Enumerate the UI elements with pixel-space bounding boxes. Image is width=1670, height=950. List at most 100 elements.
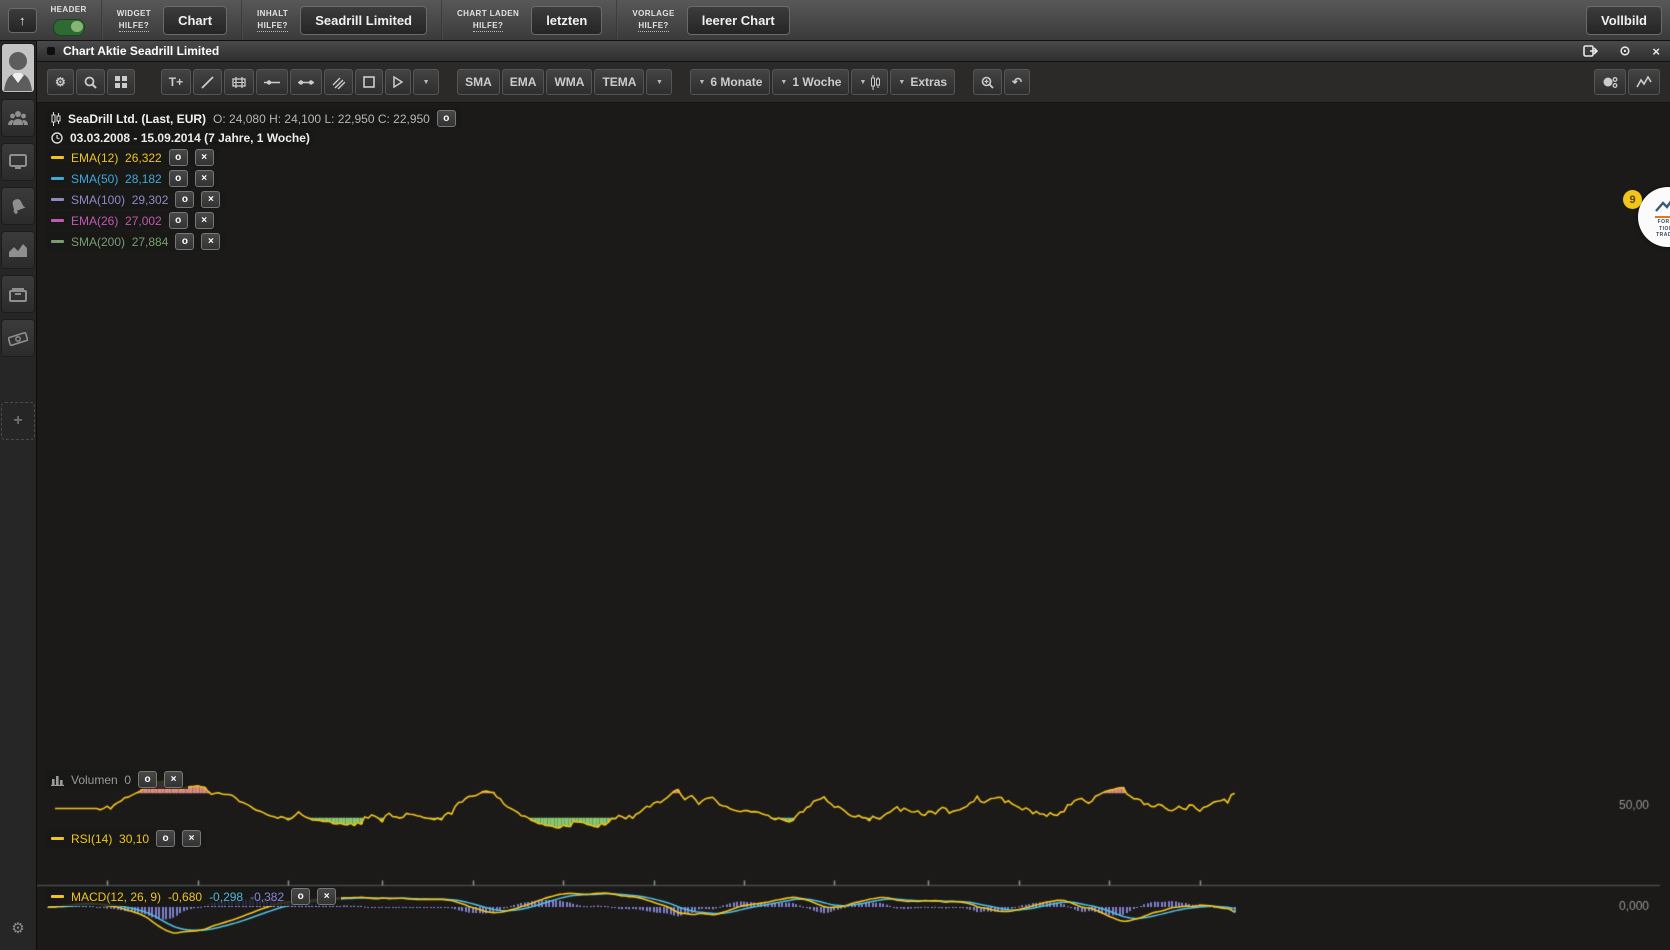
- visibility-toggle-button[interactable]: o: [291, 888, 310, 905]
- zoom-in-button[interactable]: [973, 69, 1002, 95]
- settings-gear-icon[interactable]: ⚙: [2, 910, 34, 946]
- leerer-chart-button[interactable]: leerer Chart: [687, 6, 790, 35]
- chart-widget-button[interactable]: Chart: [163, 6, 227, 35]
- divider: [441, 0, 443, 40]
- series-color-dash: [51, 156, 64, 159]
- widget-help-link[interactable]: WIDGETHILFE?: [117, 8, 151, 32]
- macd-legend: MACD(12, 26, 9) -0,680 -0,298 -0,382 o ×: [46, 887, 341, 906]
- overlay-legend-row: EMA(26) 27,002 o ×: [46, 211, 219, 230]
- indicator-dropdown[interactable]: ▼: [646, 69, 672, 95]
- wma-button[interactable]: WMA: [546, 69, 592, 95]
- visibility-toggle-button[interactable]: o: [169, 149, 188, 166]
- visibility-toggle-button[interactable]: o: [169, 170, 188, 187]
- collapse-header-button[interactable]: ↑: [8, 8, 37, 33]
- arrow-tool-button[interactable]: [385, 69, 411, 95]
- visibility-toggle-button[interactable]: o: [156, 830, 175, 847]
- compare-bubbles-button[interactable]: [1594, 69, 1626, 95]
- symbol-button[interactable]: Seadrill Limited: [300, 6, 427, 35]
- series-color-dash: [51, 177, 64, 180]
- target-icon[interactable]: ⊙: [1620, 43, 1631, 59]
- text-tool-button[interactable]: T+: [161, 69, 191, 95]
- divider: [241, 0, 243, 40]
- remove-series-button[interactable]: ×: [195, 212, 214, 229]
- remove-indicator-button[interactable]: ×: [164, 771, 183, 788]
- layout-grid-button[interactable]: [107, 69, 135, 95]
- series-color-dash: [51, 895, 64, 898]
- visibility-toggle-button[interactable]: o: [437, 110, 456, 127]
- logo-accent-bar: [1655, 216, 1670, 218]
- rect-tool-button[interactable]: [355, 69, 383, 95]
- popout-icon[interactable]: [1583, 45, 1598, 57]
- ema-button[interactable]: EMA: [502, 69, 545, 95]
- header-toggle[interactable]: [53, 19, 85, 36]
- volume-bars-icon: [51, 774, 64, 786]
- remove-indicator-button[interactable]: ×: [317, 888, 336, 905]
- ohlc-values: O: 24,080 H: 24,100 L: 22,950 C: 22,950: [213, 112, 430, 126]
- window-title: Chart Aktie Seadrill Limited: [63, 44, 1561, 58]
- bell-icon[interactable]: [1, 187, 35, 225]
- header-bar: ↑ HEADER WIDGETHILFE? Chart INHALTHILFE?…: [0, 0, 1670, 41]
- remove-series-button[interactable]: ×: [201, 191, 220, 208]
- chart-legend: SeaDrill Ltd. (Last, EUR) O: 24,080 H: 2…: [46, 109, 461, 253]
- remove-series-button[interactable]: ×: [201, 233, 220, 250]
- search-button[interactable]: [76, 69, 105, 95]
- visibility-toggle-button[interactable]: o: [169, 212, 188, 229]
- inhalt-help-link[interactable]: INHALTHILFE?: [257, 8, 288, 32]
- chart-area: SeaDrill Ltd. (Last, EUR) O: 24,080 H: 2…: [37, 103, 1670, 950]
- visibility-toggle-button[interactable]: o: [175, 191, 194, 208]
- widget-titlebar[interactable]: Chart Aktie Seadrill Limited ⊙ ×: [37, 41, 1670, 62]
- tema-button[interactable]: TEMA: [594, 69, 644, 95]
- archive-box-icon[interactable]: [1, 275, 35, 313]
- symbol-name: SeaDrill Ltd. (Last, EUR): [68, 112, 206, 126]
- chart-type-dropdown[interactable]: ▼: [851, 69, 888, 95]
- period-dropdown[interactable]: ▼6 Monate: [690, 69, 770, 95]
- window-bullet-icon: [47, 47, 55, 55]
- draw-tools-dropdown[interactable]: ▼: [413, 69, 439, 95]
- sma-button[interactable]: SMA: [457, 69, 500, 95]
- hline-tool-button[interactable]: [256, 69, 288, 95]
- chart-widget: Chart Aktie Seadrill Limited ⊙ × ⚙ T+: [37, 41, 1670, 950]
- remove-indicator-button[interactable]: ×: [182, 830, 201, 847]
- banknote-icon[interactable]: [1, 319, 35, 357]
- divider: [616, 0, 618, 40]
- avatar[interactable]: [1, 43, 35, 93]
- overlay-legend-row: SMA(100) 29,302 o ×: [46, 190, 225, 209]
- overlay-legend-row: SMA(50) 28,182 o ×: [46, 169, 219, 188]
- interval-dropdown[interactable]: ▼1 Woche: [772, 69, 849, 95]
- sidebar: + ⚙: [0, 41, 37, 950]
- remove-series-button[interactable]: ×: [195, 149, 214, 166]
- series-color-dash: [51, 240, 64, 243]
- notification-badge[interactable]: 9: [1623, 190, 1642, 209]
- visibility-toggle-button[interactable]: o: [175, 233, 194, 250]
- extras-dropdown[interactable]: ▼Extras: [890, 69, 955, 95]
- vorlage-help-link[interactable]: VORLAGEHILFE?: [632, 8, 674, 32]
- trendline-tool-button[interactable]: [193, 69, 222, 95]
- symbol-legend-row: SeaDrill Ltd. (Last, EUR) O: 24,080 H: 2…: [46, 109, 461, 128]
- volume-legend: Volumen 0 o ×: [46, 770, 188, 789]
- divider: [101, 0, 103, 40]
- rsi-legend: RSI(14) 30,10 o ×: [46, 829, 206, 848]
- vollbild-button[interactable]: Vollbild: [1586, 6, 1662, 35]
- remove-series-button[interactable]: ×: [195, 170, 214, 187]
- series-color-dash: [51, 837, 64, 840]
- undo-button[interactable]: ↶: [1004, 69, 1030, 95]
- settings-button[interactable]: ⚙: [47, 69, 74, 95]
- area-chart-icon[interactable]: [1, 231, 35, 269]
- segment-tool-button[interactable]: [290, 69, 322, 95]
- users-icon[interactable]: [1, 99, 35, 137]
- candlestick-icon: [871, 75, 880, 90]
- hatch-tool-button[interactable]: [324, 69, 353, 95]
- close-icon[interactable]: ×: [1652, 44, 1660, 59]
- fibonacci-tool-button[interactable]: [224, 69, 254, 95]
- candlestick-icon: [51, 112, 61, 126]
- visibility-toggle-button[interactable]: o: [138, 771, 157, 788]
- date-range: 03.03.2008 - 15.09.2014 (7 Jahre, 1 Woch…: [70, 131, 310, 145]
- add-widget-button[interactable]: +: [1, 402, 35, 440]
- letzten-button[interactable]: letzten: [531, 6, 602, 35]
- header-label: HEADER: [51, 4, 87, 16]
- monitor-icon[interactable]: [1, 143, 35, 181]
- chart-laden-help-link[interactable]: CHART LADENHILFE?: [457, 8, 519, 32]
- chart-toolbar: ⚙ T+ ▼ SMA EMA WM: [37, 62, 1670, 103]
- mountain-chart-button[interactable]: [1628, 69, 1660, 95]
- series-color-dash: [51, 198, 64, 201]
